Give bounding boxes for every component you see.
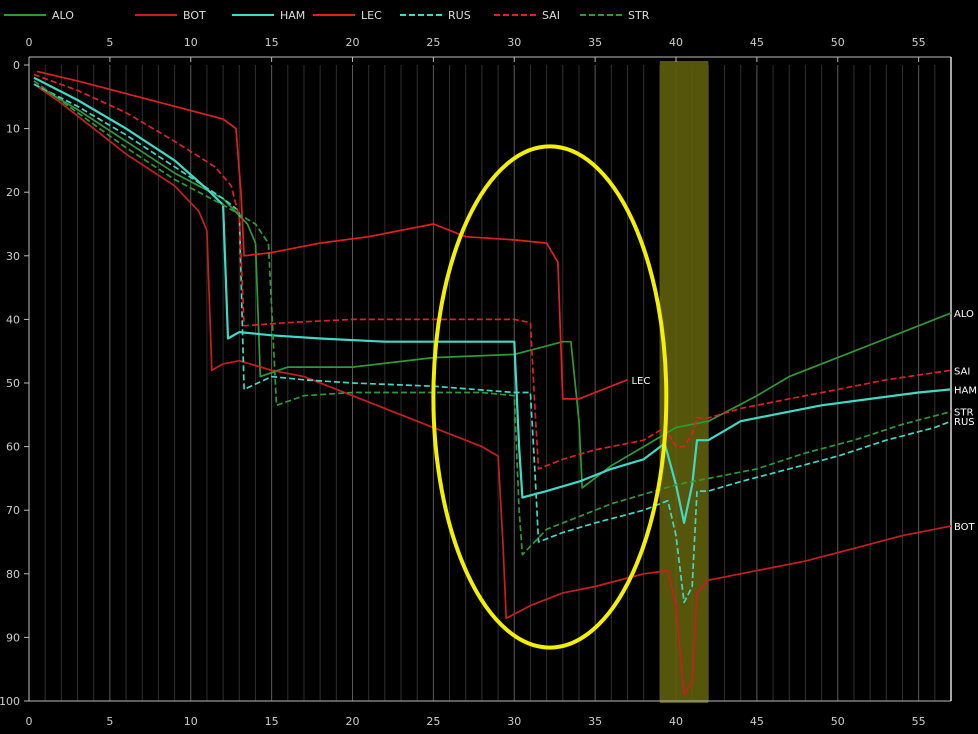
x-tick-label-top: 10 <box>184 36 198 49</box>
y-tick-label: 90 <box>6 631 20 644</box>
x-tick-label-top: 35 <box>588 36 602 49</box>
series-line-sai <box>33 73 952 470</box>
x-tick-label-top: 30 <box>507 36 521 49</box>
y-tick-label: 30 <box>6 250 20 263</box>
x-tick-label-bottom: 40 <box>669 715 683 728</box>
x-tick-label-top: 55 <box>912 36 926 49</box>
x-tick-label-top: 5 <box>106 36 113 49</box>
x-tick-label-top: 0 <box>26 36 33 49</box>
y-tick-label: 20 <box>6 186 20 199</box>
x-tick-label-bottom: 45 <box>750 715 764 728</box>
series-end-label-rus: RUS <box>954 417 975 428</box>
series-end-label-lec: LEC <box>631 376 650 387</box>
y-tick-label: 70 <box>6 504 20 517</box>
series-line-bot <box>33 83 952 696</box>
y-tick-label: 80 <box>6 568 20 581</box>
series-line-alo <box>33 83 952 489</box>
line-chart: 0055101015152020252530303535404045455050… <box>0 36 977 728</box>
series-end-label-sai: SAI <box>954 366 970 377</box>
y-tick-label: 60 <box>6 441 20 454</box>
x-tick-label-bottom: 25 <box>426 715 440 728</box>
x-tick-label-top: 20 <box>346 36 360 49</box>
y-tick-label: 50 <box>6 377 20 390</box>
x-tick-label-bottom: 30 <box>507 715 521 728</box>
x-tick-label-top: 45 <box>750 36 764 49</box>
x-tick-label-top: 40 <box>669 36 683 49</box>
x-tick-label-bottom: 35 <box>588 715 602 728</box>
y-tick-label: 100 <box>0 695 20 708</box>
series-line-str <box>33 80 952 556</box>
series-end-label-alo: ALO <box>954 309 974 320</box>
x-tick-label-top: 50 <box>831 36 845 49</box>
x-tick-label-bottom: 55 <box>912 715 926 728</box>
x-tick-label-bottom: 0 <box>26 715 33 728</box>
y-tick-label: 40 <box>6 313 20 326</box>
y-tick-label: 10 <box>6 123 20 136</box>
series-line-ham <box>33 76 952 524</box>
series-end-label-bot: BOT <box>954 522 976 533</box>
x-tick-label-top: 25 <box>426 36 440 49</box>
x-tick-label-bottom: 20 <box>346 715 360 728</box>
series-end-label-str: STR <box>954 408 973 419</box>
series-line-rus <box>33 83 952 604</box>
y-tick-label: 0 <box>13 59 20 72</box>
annotation-ellipse <box>431 144 669 650</box>
x-tick-label-bottom: 5 <box>106 715 113 728</box>
x-tick-label-bottom: 50 <box>831 715 845 728</box>
x-tick-label-top: 15 <box>265 36 279 49</box>
series-end-label-ham: HAM <box>954 385 977 396</box>
x-tick-label-bottom: 15 <box>265 715 279 728</box>
x-tick-label-bottom: 10 <box>184 715 198 728</box>
